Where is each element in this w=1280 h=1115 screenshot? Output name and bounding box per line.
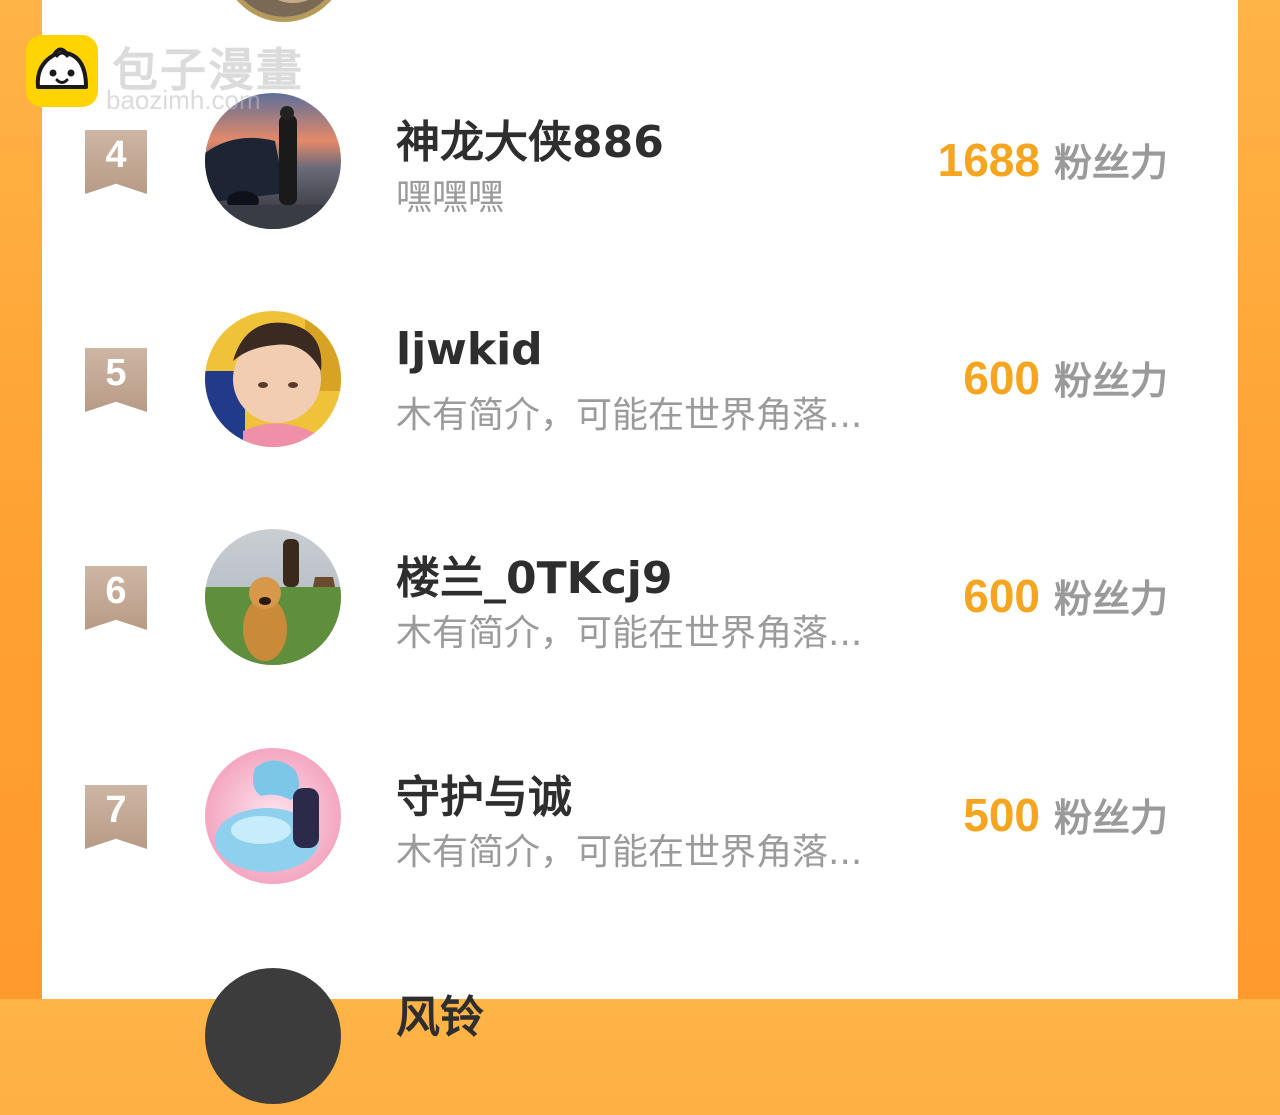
user-name[interactable]: 神龙大侠886	[396, 106, 664, 170]
fan-power-unit: 粉丝力	[1053, 796, 1168, 840]
fan-power-value: 600	[963, 352, 1040, 404]
rank-number: 5	[105, 352, 127, 394]
user-name[interactable]: 楼兰_0TKcj9	[396, 542, 673, 606]
rank-number: 4	[105, 134, 127, 176]
watermark-domain: baozimh.com	[106, 85, 261, 115]
leaderboard-row[interactable]: 7 守护与诚 木有简介，可能在世界角落... 500 粉丝力	[42, 745, 1238, 895]
rank-badge: 6	[85, 566, 147, 630]
user-bio: 木有简介，可能在世界角落...	[396, 613, 863, 654]
leaderboard-row[interactable]: 5 ljwkid 木有简介，可能在世界角落... 600 粉丝力	[42, 308, 1238, 458]
user-bio: 嘿嘿嘿	[396, 177, 505, 218]
fan-power: 1688 粉丝力	[938, 132, 1168, 187]
fan-power: 600 粉丝力	[963, 350, 1168, 405]
user-name[interactable]: 守护与诚	[396, 761, 572, 825]
avatar-previous[interactable]	[220, 0, 348, 22]
fan-power-value: 1688	[937, 134, 1040, 186]
fan-power-value: 600	[963, 570, 1040, 622]
user-bio: 木有简介，可能在世界角落...	[396, 832, 863, 873]
rank-number: 6	[105, 570, 127, 612]
rank-badge: 7	[85, 785, 147, 849]
leaderboard-row[interactable]: 风铃	[42, 965, 1238, 1115]
user-avatar[interactable]	[205, 748, 341, 884]
fan-power-unit: 粉丝力	[1053, 359, 1168, 403]
user-name[interactable]: 风铃	[396, 981, 484, 1045]
rank-badge: 5	[85, 348, 147, 412]
fan-power-value: 500	[963, 789, 1040, 841]
user-name[interactable]: ljwkid	[396, 324, 543, 375]
fan-power-unit: 粉丝力	[1053, 577, 1168, 621]
user-bio: 木有简介，可能在世界角落...	[396, 395, 863, 436]
user-avatar[interactable]	[205, 968, 341, 1104]
rank-badge: 4	[85, 130, 147, 194]
bun-face-icon	[26, 35, 98, 107]
user-avatar[interactable]	[205, 311, 341, 447]
fan-power: 600 粉丝力	[963, 568, 1168, 623]
leaderboard-row[interactable]: 6 楼兰_0TKcj9 木有简介，可能在世界角落... 600 粉丝力	[42, 526, 1238, 676]
user-avatar[interactable]	[205, 529, 341, 665]
rank-number: 7	[105, 789, 127, 831]
fan-power-unit: 粉丝力	[1053, 141, 1168, 185]
fan-power: 500 粉丝力	[963, 787, 1168, 842]
leaderboard-panel: 4 神龙大侠886 嘿嘿嘿 1688 粉丝力 5 ljwkid 木有简介，可能在…	[42, 0, 1238, 1104]
